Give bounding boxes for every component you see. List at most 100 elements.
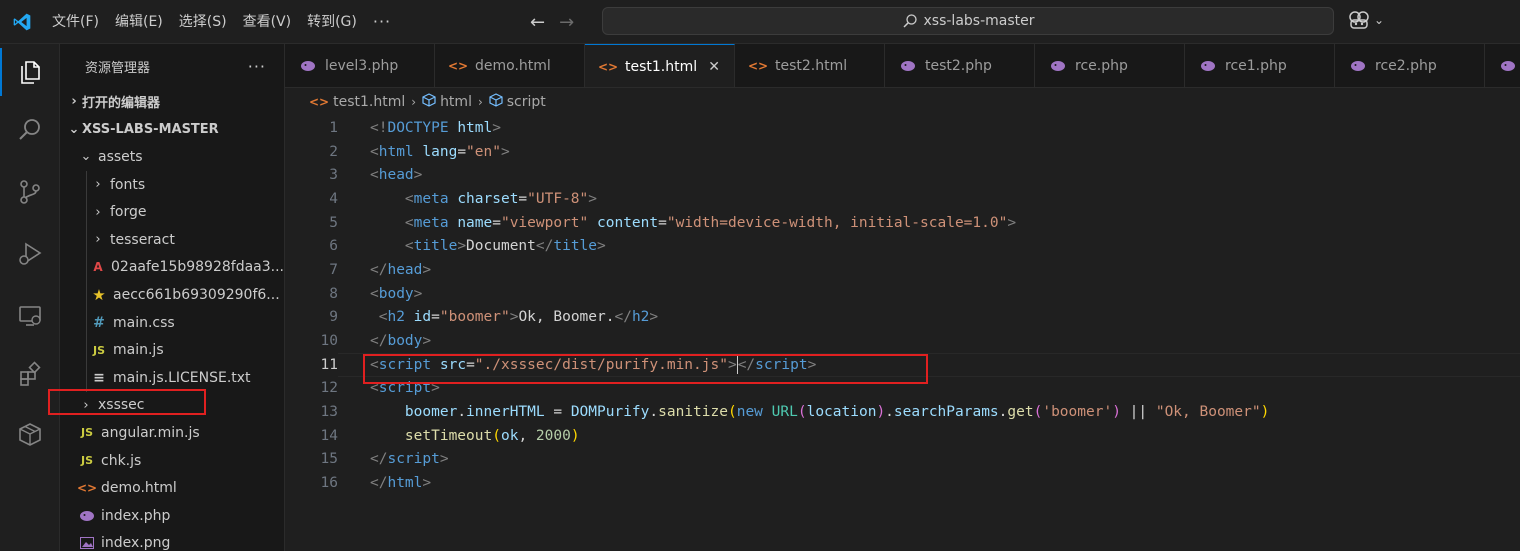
editor-tab[interactable]: test2.php bbox=[885, 44, 1035, 87]
php-file-icon bbox=[899, 60, 917, 72]
tree-file[interactable]: ≡ main.js.LICENSE.txt bbox=[60, 363, 284, 392]
breadcrumb-node-html[interactable]: html bbox=[440, 94, 472, 110]
code-editor[interactable]: 1 <!DOCTYPE html> 2 <html lang="en"> 3 <head>… bbox=[285, 116, 1520, 495]
close-icon[interactable]: ✕ bbox=[708, 59, 720, 75]
tree-file[interactable]: # main.css bbox=[60, 308, 284, 337]
code-token: > bbox=[413, 167, 423, 184]
editor-tab[interactable]: <> test2.html bbox=[735, 44, 885, 87]
editor-tab[interactable]: <> demo.html bbox=[435, 44, 585, 87]
code-token: </ bbox=[614, 309, 632, 326]
explorer-sidebar: 资源管理器 ··· › 打开的编辑器 ⌄ XSS-LABS-MASTER ⌄ as… bbox=[60, 44, 285, 551]
source-control-icon[interactable] bbox=[0, 168, 60, 216]
tab-label: rce1.php bbox=[1225, 58, 1287, 74]
package-icon[interactable] bbox=[0, 410, 60, 458]
code-token: innerHTML bbox=[466, 404, 545, 421]
code-token: </ bbox=[370, 333, 388, 350]
editor-tab[interactable]: level3.php bbox=[285, 44, 435, 87]
command-center-search[interactable]: xss-labs-master bbox=[602, 7, 1334, 35]
tree-folder[interactable]: › fonts bbox=[60, 170, 284, 199]
code-token: title bbox=[413, 238, 458, 255]
code-line: 5 <meta name="viewport" content="width=d… bbox=[285, 211, 1520, 235]
tree-file[interactable]: index.png bbox=[60, 530, 284, 551]
tree-file[interactable]: index.php bbox=[60, 502, 284, 530]
breadcrumb-file[interactable]: test1.html bbox=[333, 94, 405, 110]
code-token: < bbox=[370, 143, 379, 160]
php-file-icon bbox=[1049, 60, 1067, 72]
php-file-icon bbox=[78, 510, 96, 522]
tree-folder[interactable]: › tesseract bbox=[60, 225, 284, 254]
back-arrow-icon[interactable]: ← bbox=[530, 12, 545, 33]
editor-tab[interactable]: <> test1.html ✕ bbox=[585, 44, 735, 87]
code-token: > bbox=[492, 119, 501, 136]
code-token: "boomer" bbox=[439, 309, 510, 326]
nav-arrows: ← → bbox=[530, 0, 574, 44]
editor-area: level3.php <> demo.html <> test1.html ✕ <> test… bbox=[285, 44, 1520, 551]
code-line: 13 boomer.innerHTML = DOMPurify.sanitize… bbox=[285, 400, 1520, 424]
code-token: </ bbox=[370, 451, 388, 468]
workspace-root[interactable]: ⌄ XSS-LABS-MASTER bbox=[60, 116, 284, 144]
copilot-icon bbox=[1349, 11, 1369, 29]
code-text: <title>Document</title> bbox=[338, 238, 606, 254]
copilot-button[interactable]: ⌄ bbox=[1348, 10, 1384, 30]
line-number: 13 bbox=[320, 404, 338, 421]
tab-label: rce2.php bbox=[1375, 58, 1437, 74]
more-actions-icon[interactable]: ··· bbox=[248, 57, 266, 76]
menu-item-4[interactable]: 转到(G) bbox=[299, 0, 365, 44]
code-token: h2 bbox=[631, 309, 650, 326]
js-file-icon: JS bbox=[92, 343, 105, 357]
html-file-icon: <> bbox=[447, 59, 469, 73]
code-text: <h2 id="boomer">Ok, Boomer.</h2> bbox=[338, 309, 658, 325]
tree-folder[interactable]: › forge bbox=[60, 198, 284, 226]
code-token: body bbox=[387, 333, 423, 350]
tree-file[interactable]: JS angular.min.js bbox=[60, 419, 284, 447]
code-token: > bbox=[457, 238, 467, 255]
tree-item-label: 02aafe15b98928fdaa3... bbox=[111, 259, 284, 276]
menu-item-0[interactable]: 文件(F) bbox=[44, 0, 107, 44]
code-token: > bbox=[413, 285, 423, 302]
code-line: 7 </head> bbox=[285, 258, 1520, 282]
menu-item-2[interactable]: 选择(S) bbox=[171, 0, 235, 44]
editor-tabs: level3.php <> demo.html <> test1.html ✕ <> test… bbox=[285, 44, 1520, 88]
editor-tab[interactable]: rce.php bbox=[1035, 44, 1185, 87]
tree-file[interactable]: <> demo.html bbox=[60, 474, 284, 502]
breadcrumb-node-script[interactable]: script bbox=[507, 94, 546, 110]
search-icon[interactable] bbox=[0, 106, 60, 154]
indent-guide bbox=[86, 363, 87, 392]
tree-item-label: main.css bbox=[113, 314, 175, 331]
editor-tab[interactable] bbox=[1485, 44, 1520, 87]
code-token: get bbox=[1007, 404, 1034, 421]
tree-file[interactable]: JS chk.js bbox=[60, 447, 284, 475]
code-line: 8 <body> bbox=[285, 282, 1520, 306]
tree-file[interactable]: JS main.js bbox=[60, 336, 284, 364]
explorer-icon[interactable] bbox=[0, 48, 60, 96]
remote-explorer-icon[interactable] bbox=[0, 292, 60, 340]
workspace-root-label: XSS-LABS-MASTER bbox=[82, 121, 219, 137]
search-icon bbox=[902, 14, 917, 28]
code-token: ) bbox=[876, 404, 886, 421]
image-file-icon bbox=[78, 537, 96, 550]
open-editors-section[interactable]: › 打开的编辑器 bbox=[60, 88, 284, 116]
menu-more-icon[interactable]: ··· bbox=[365, 12, 399, 31]
editor-tab[interactable]: rce2.php bbox=[1335, 44, 1485, 87]
forward-arrow-icon[interactable]: → bbox=[559, 12, 574, 33]
file-tree: ⌄ assets › fonts › forge › tesseract A 02aafe15b9… bbox=[60, 143, 284, 551]
tree-item-label: tesseract bbox=[110, 231, 175, 248]
code-token: > bbox=[422, 261, 432, 278]
tree-file[interactable]: ★ aecc661b69309290f6... bbox=[60, 281, 284, 309]
code-token: > bbox=[439, 451, 449, 468]
line-number: 12 bbox=[320, 380, 338, 397]
menu-item-3[interactable]: 查看(V) bbox=[235, 0, 300, 44]
tree-item-label: main.js bbox=[113, 342, 164, 359]
tree-folder[interactable]: ⌄ assets bbox=[60, 143, 284, 171]
editor-tab[interactable]: rce1.php bbox=[1185, 44, 1335, 87]
tree-file[interactable]: A 02aafe15b98928fdaa3... bbox=[60, 253, 284, 282]
line-number: 7 bbox=[329, 261, 338, 278]
code-text: <meta charset="UTF-8"> bbox=[338, 191, 597, 207]
menu-item-1[interactable]: 编辑(E) bbox=[107, 0, 171, 44]
run-debug-icon[interactable] bbox=[0, 230, 60, 278]
js-file-icon: JS bbox=[80, 426, 93, 440]
